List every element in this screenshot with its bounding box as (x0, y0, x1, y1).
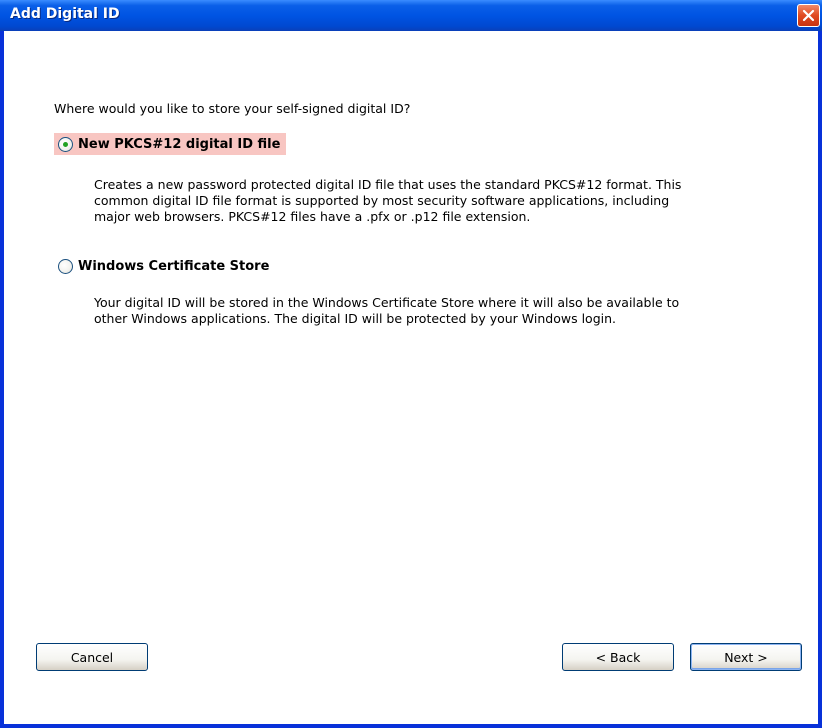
radio-selected-dot (63, 141, 68, 147)
radio-button-pkcs12[interactable] (58, 136, 73, 152)
close-icon (802, 9, 815, 22)
radio-button-windows-store[interactable] (58, 258, 73, 274)
close-button[interactable] (797, 4, 820, 27)
option-pkcs12-description: Creates a new password protected digital… (94, 177, 681, 225)
option-windows-store[interactable]: Windows Certificate Store (54, 255, 275, 277)
option-windows-store-description: Your digital ID will be stored in the Wi… (94, 295, 679, 327)
dialog-body: Where would you like to store your self-… (4, 31, 818, 724)
option-pkcs12-label: New PKCS#12 digital ID file (78, 136, 281, 152)
window-title: Add Digital ID (10, 6, 120, 22)
option-pkcs12[interactable]: New PKCS#12 digital ID file (54, 133, 287, 155)
next-button[interactable]: Next > (690, 643, 802, 671)
title-bar[interactable]: Add Digital ID (0, 0, 822, 31)
description-line: Your digital ID will be stored in the Wi… (94, 295, 680, 310)
description-line: common digital ID file format is support… (94, 193, 670, 208)
back-button[interactable]: < Back (562, 643, 674, 671)
dialog-window: Add Digital ID Where would you like to s… (0, 0, 822, 728)
description-line: major web browsers. PKCS#12 files have a… (94, 209, 531, 224)
description-line: other Windows applications. The digital … (94, 311, 616, 326)
cancel-button[interactable]: Cancel (36, 643, 148, 671)
description-line: Creates a new password protected digital… (94, 177, 682, 192)
question-text: Where would you like to store your self-… (54, 101, 411, 116)
option-windows-store-label: Windows Certificate Store (78, 258, 270, 274)
